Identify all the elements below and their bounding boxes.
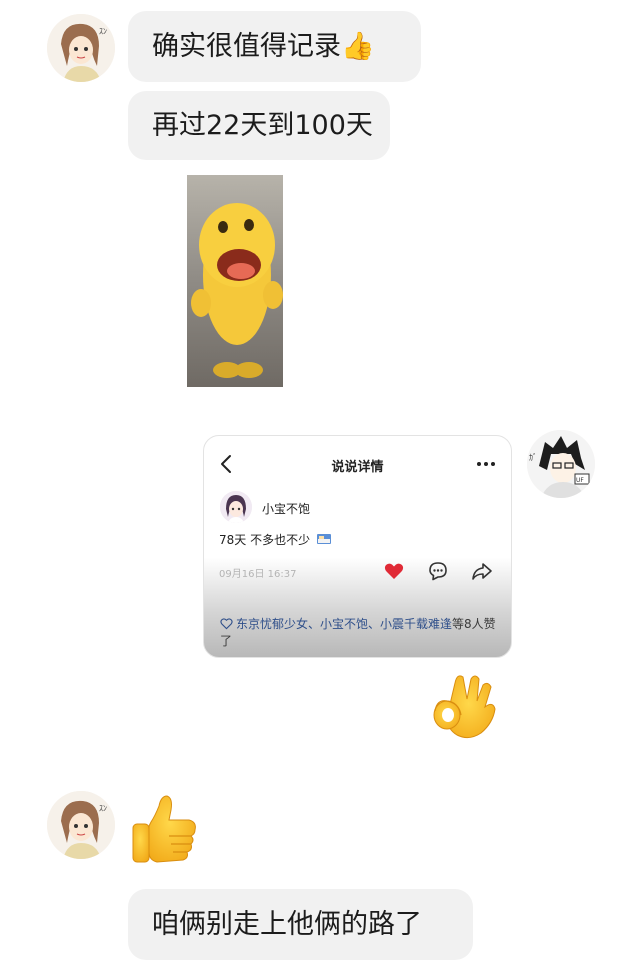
more-options-icon[interactable] — [475, 454, 497, 474]
svg-text:ｽﾝ: ｽﾝ — [99, 804, 107, 813]
poster-username[interactable]: 小宝不饱 — [262, 500, 310, 517]
likers-names[interactable]: 东京忧郁少女、小宝不饱、小震千载难逢 — [236, 617, 452, 631]
post-detail-title: 说说详情 — [331, 460, 384, 475]
like-outline-icon — [220, 618, 233, 630]
message-bubble[interactable]: 再过22天到100天 — [128, 91, 390, 160]
contact-avatar[interactable]: ｽﾝ — [47, 14, 115, 82]
poster-avatar[interactable] — [220, 491, 252, 523]
contact-avatar[interactable]: ｽﾝ — [47, 791, 115, 859]
thumbs-up-sticker[interactable] — [129, 792, 201, 865]
comment-icon[interactable] — [427, 560, 449, 582]
svg-text:ｶﾞ: ｶﾞ — [529, 453, 537, 462]
bed-emoji-icon — [316, 534, 331, 544]
message-text: 咱俩别走上他俩的路了 — [152, 909, 422, 940]
share-icon[interactable] — [471, 560, 493, 582]
heart-icon[interactable] — [383, 560, 405, 582]
post-timestamp: 09月16日 16:37 — [219, 569, 297, 580]
svg-text:UF: UF — [576, 477, 584, 484]
ok-hand-sticker[interactable] — [433, 671, 502, 741]
message-text: 再过22天到100天 — [152, 110, 373, 141]
svg-text:ｽﾝ: ｽﾝ — [99, 27, 107, 36]
post-content: 78天 不多也不少 — [219, 531, 332, 548]
shared-post-card[interactable]: 说说详情 小宝不饱 78天 不多也不少 09月16日 16:37 东京忧郁少女、… — [203, 435, 512, 658]
message-bubble[interactable]: 咱俩别走上他俩的路了 — [128, 889, 473, 960]
message-bubble[interactable]: 确实很值得记录👍 — [128, 11, 421, 82]
my-avatar[interactable]: UF ｶﾞ — [527, 430, 595, 498]
post-detail-header: 说说详情 — [204, 444, 511, 484]
laughing-sticker-image[interactable] — [187, 175, 283, 387]
message-text: 确实很值得记录👍 — [152, 31, 375, 62]
likes-summary: 东京忧郁少女、小宝不饱、小震千载难逢等8人赞了 — [220, 616, 500, 650]
post-text: 78天 不多也不少 — [219, 533, 311, 547]
